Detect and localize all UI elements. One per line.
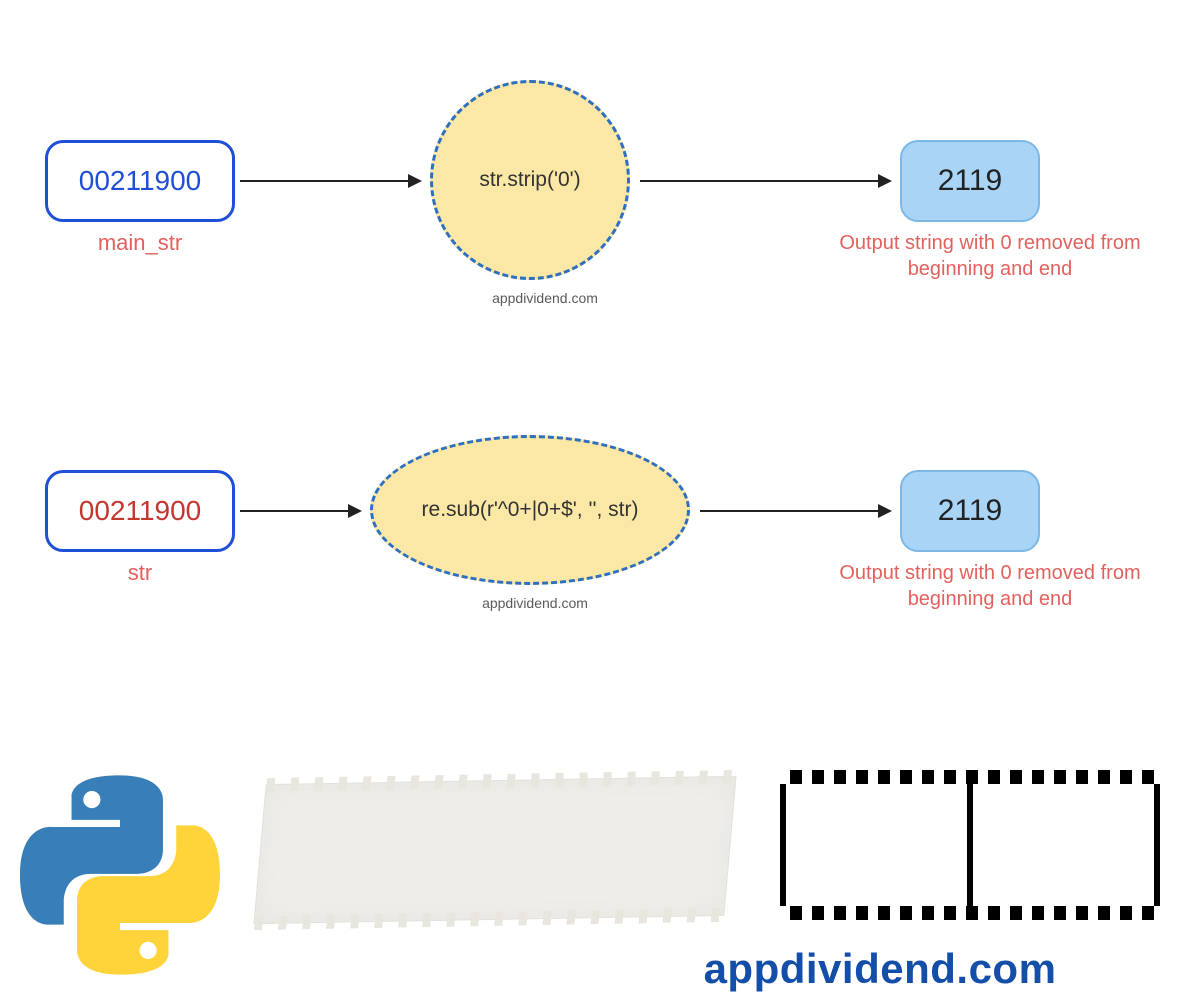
arrow-icon [700, 510, 890, 512]
output-box: 2119 [900, 140, 1040, 222]
diagram-row-regex: 00211900 str re.sub(r'^0+|0+$', '', str)… [0, 460, 1200, 760]
operation-caption: appdividend.com [400, 595, 670, 611]
arrow-icon [640, 180, 890, 182]
input-box: 00211900 [45, 140, 235, 222]
brand-text: appdividend.com [580, 945, 1180, 993]
operation-text: str.strip('0') [479, 168, 580, 192]
input-label: main_str [45, 230, 235, 256]
input-label: str [45, 560, 235, 586]
output-box: 2119 [900, 470, 1040, 552]
output-label: Output string with 0 removed from beginn… [830, 230, 1150, 282]
operation-node: re.sub(r'^0+|0+$', '', str) [370, 435, 690, 585]
operation-text: re.sub(r'^0+|0+$', '', str) [422, 498, 639, 522]
python-logo-icon [20, 770, 220, 980]
diagram-row-strip: 00211900 main_str str.strip('0') appdivi… [0, 130, 1200, 430]
input-box: 00211900 [45, 470, 235, 552]
operation-node: str.strip('0') [430, 80, 630, 280]
film-strip-icon [780, 770, 1160, 920]
operation-caption: appdividend.com [430, 290, 660, 306]
arrow-icon [240, 180, 420, 182]
output-label: Output string with 0 removed from beginn… [830, 560, 1150, 612]
tape-icon [253, 776, 736, 924]
arrow-icon [240, 510, 360, 512]
